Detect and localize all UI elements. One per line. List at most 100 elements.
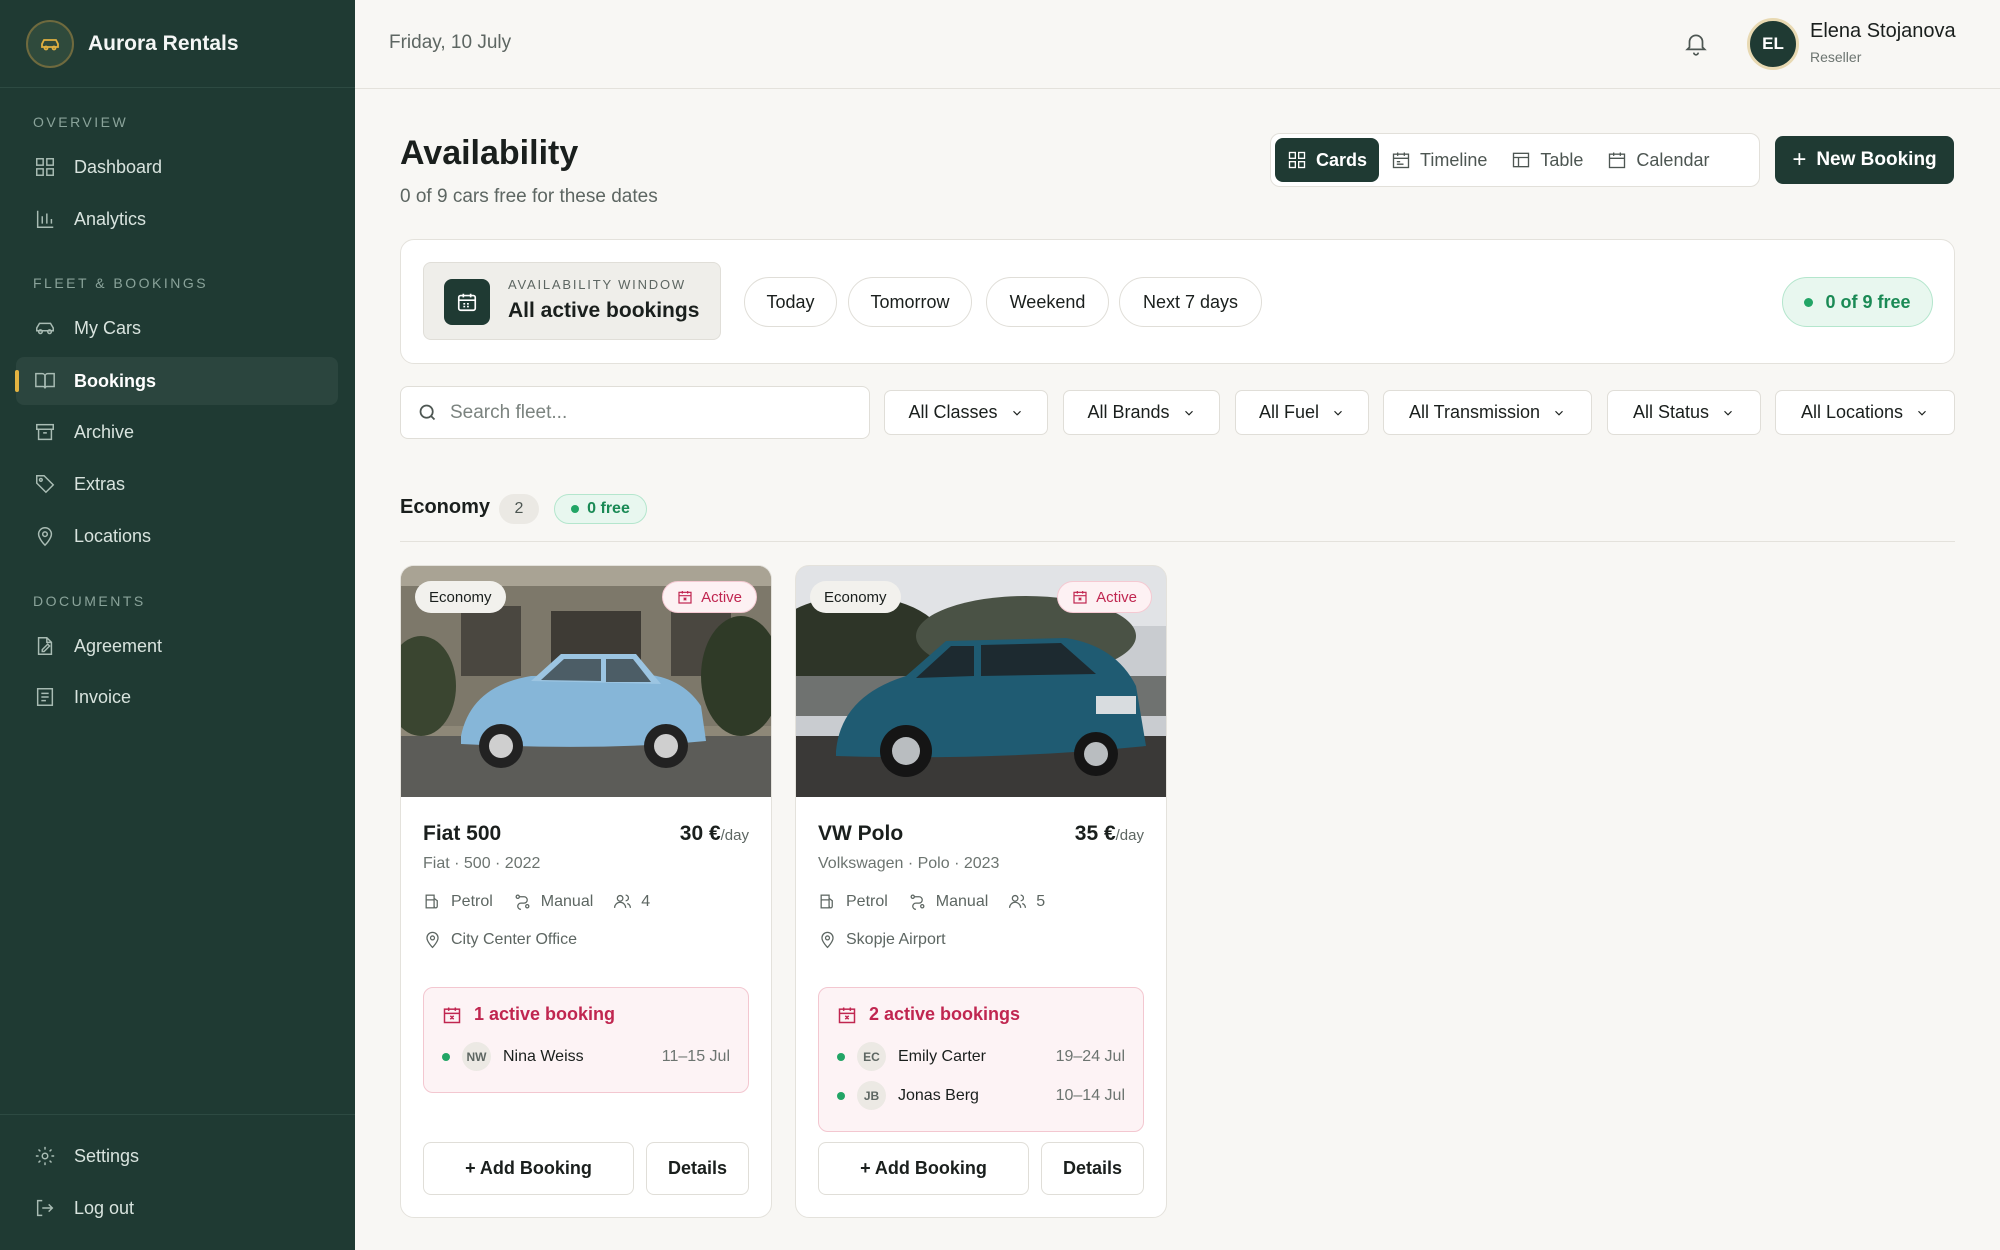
avatar[interactable]: EL [1747,18,1799,70]
booking-customer: Emily Carter [898,1047,987,1065]
search-icon [419,404,436,421]
avatar: NW [462,1042,491,1071]
chevron-down-icon [1334,410,1342,416]
active-bookings-box: 1 active booking NW Nina Weiss 11–15 Jul [423,987,749,1093]
gearbox-icon [515,894,530,911]
brand[interactable]: Aurora Rentals [0,0,355,88]
document-edit-icon [37,637,53,655]
page-subtitle: 0 of 9 cars free for these dates [400,186,658,207]
sidebar-item-locations[interactable]: Locations [16,512,338,560]
search-input[interactable] [450,401,850,424]
view-switcher: Cards Timeline Table Calendar [1270,133,1760,187]
class-badge: Economy [415,581,506,613]
booking-dates: 19–24 Jul [1055,1047,1125,1065]
sidebar-item-analytics[interactable]: Analytics [16,195,338,243]
spec-value: Manual [935,892,989,910]
car-meta: Fiat · 500 · 2022 [423,855,541,872]
sidebar-item-invoice[interactable]: Invoice [16,673,338,721]
sidebar: Aurora Rentals OVERVIEW Dashboard Analyt… [0,0,355,1250]
preset-today[interactable]: Today [744,277,837,327]
bookings-count-label: 2 active bookings [869,1004,1021,1024]
tab-calendar[interactable]: Calendar [1595,138,1721,182]
filter-label: All Status [1632,402,1710,422]
availability-window-value: All active bookings [508,299,700,322]
sidebar-item-label: Locations [74,525,152,546]
tab-timeline[interactable]: Timeline [1379,138,1499,182]
price-value: 35 € [1074,822,1116,845]
chevron-down-icon [1555,410,1563,416]
filter-status[interactable]: All Status [1607,390,1761,435]
section-fleet-bookings: FLEET & BOOKINGS [33,275,209,291]
filter-fuel[interactable]: All Fuel [1235,390,1369,435]
grid-icon [36,158,54,176]
bookings-header: 1 active booking [442,1004,730,1025]
current-date: Friday, 10 July [389,32,512,53]
tab-table[interactable]: Table [1499,138,1595,182]
details-button[interactable]: Details [646,1142,749,1195]
user-name: Elena Stojanova [1810,20,1956,42]
status-badge: Active [662,581,757,613]
plus-icon: + [1792,146,1807,173]
archive-icon [36,423,54,441]
sidebar-item-dashboard[interactable]: Dashboard [16,143,338,191]
preset-weekend[interactable]: Weekend [986,277,1109,327]
status-dot [571,505,580,513]
filter-locations[interactable]: All Locations [1775,390,1955,435]
booking-row[interactable]: JB Jonas Berg 10–14 Jul [837,1076,1125,1115]
sidebar-item-my-cars[interactable]: My Cars [16,304,338,352]
price-value: 30 € [679,822,721,845]
tab-label: Timeline [1420,149,1488,170]
brand-name: Aurora Rentals [88,31,239,55]
sidebar-item-label: Agreement [74,635,163,656]
booking-row[interactable]: NW Nina Weiss 11–15 Jul [442,1037,730,1076]
sidebar-item-label: Invoice [74,686,132,707]
car-location: Skopje Airport [818,930,946,949]
spec-value: 4 [641,892,651,910]
availability-window-selector[interactable]: AVAILABILITY WINDOW All active bookings [423,262,721,340]
booking-row[interactable]: EC Emily Carter 19–24 Jul [837,1037,1125,1076]
filter-classes[interactable]: All Classes [884,390,1048,435]
car-name: Fiat 500 [423,822,502,845]
spec-value: Petrol [846,892,888,910]
free-count-label: 0 of 9 free [1825,291,1911,312]
topbar: Friday, 10 July EL Elena Stojanova Resel… [355,0,2000,89]
price-unit: /day [1115,827,1144,844]
bell-icon[interactable] [1683,30,1709,58]
details-button[interactable]: Details [1041,1142,1144,1195]
sidebar-item-label: Archive [74,421,135,442]
sidebar-item-bookings[interactable]: Bookings [15,357,338,405]
booking-customer: Jonas Berg [898,1086,979,1104]
group-divider [400,541,1955,542]
sidebar-item-label: Dashboard [74,156,163,177]
new-booking-button[interactable]: + New Booking [1775,136,1954,184]
tab-cards[interactable]: Cards [1275,138,1380,182]
preset-tomorrow[interactable]: Tomorrow [848,277,972,327]
status-dot [837,1052,845,1061]
car-card: Economy Active VW Polo 35 €/day Volkswag… [795,565,1167,1218]
add-booking-button[interactable]: + Add Booking [423,1142,634,1195]
car-logo-icon [26,19,74,68]
tab-label: Table [1540,149,1584,170]
filter-brands[interactable]: All Brands [1063,390,1220,435]
car-card: Economy Active Fiat 500 30 €/day Fiat · … [400,565,772,1218]
section-overview: OVERVIEW [33,114,129,130]
location-label: City Center Office [451,930,577,948]
chevron-down-icon [1918,410,1926,416]
calendar-icon [444,279,490,325]
sidebar-item-extras[interactable]: Extras [16,460,338,508]
add-booking-button[interactable]: + Add Booking [818,1142,1029,1195]
spec-fuel: Petrol [423,892,493,911]
sidebar-item-agreement[interactable]: Agreement [16,622,338,670]
location-label: Skopje Airport [846,930,946,948]
filter-label: All Locations [1800,402,1904,422]
spec-value: Manual [540,892,594,910]
sidebar-item-archive[interactable]: Archive [16,408,338,456]
sidebar-item-label: Analytics [74,208,147,229]
map-pin-icon [37,527,53,547]
sidebar-item-logout[interactable]: Log out [16,1184,338,1232]
sidebar-item-settings[interactable]: Settings [16,1132,338,1180]
page-title: Availability [400,134,579,172]
preset-next-7-days[interactable]: Next 7 days [1119,277,1262,327]
tab-label: Calendar [1636,149,1710,170]
filter-transmission[interactable]: All Transmission [1383,390,1592,435]
